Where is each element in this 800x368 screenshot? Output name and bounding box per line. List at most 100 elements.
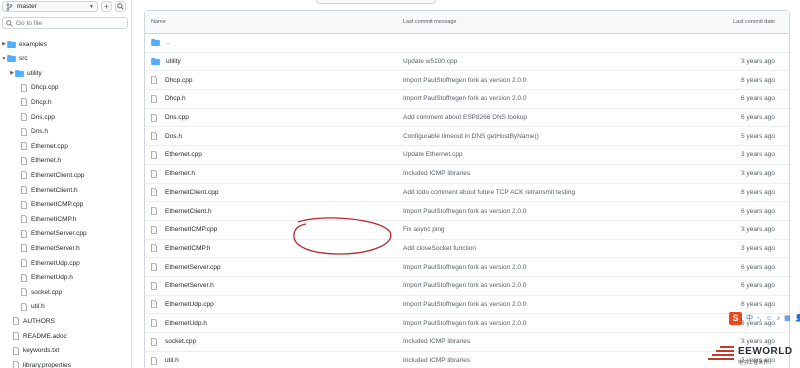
commit-message-link[interactable]: Import PaulStoffregen fork as version 2.…	[403, 264, 649, 271]
file-name-link[interactable]: utility	[166, 58, 181, 65]
branch-selector[interactable]: master ▼	[2, 1, 98, 12]
tree-folder-item[interactable]: ▶ utility	[9, 66, 131, 80]
tree-file-item[interactable]: EthernetICMP.h	[9, 212, 131, 226]
tree-folder-item[interactable]: ▼ src	[1, 52, 131, 66]
tree-file-item[interactable]: Dns.h	[9, 125, 131, 139]
go-to-file-box[interactable]	[2, 17, 128, 29]
commit-message-link[interactable]: Included ICMP libraries	[403, 170, 649, 177]
table-row[interactable]: Dns.cpp Add comment about ESP8266 DNS loo…	[145, 109, 789, 128]
commit-message-link[interactable]: Add todo comment about future TCP ACK re…	[403, 189, 649, 196]
tree-file-item[interactable]: Dhcp.h	[9, 95, 131, 109]
add-file-button[interactable]: +	[101, 1, 112, 12]
table-row[interactable]: socket.cpp Included ICMP libraries 3 years…	[145, 333, 789, 352]
parent-directory-link[interactable]: ..	[166, 39, 170, 46]
file-name-link[interactable]: Dns.h	[165, 133, 182, 140]
file-name-link[interactable]: EthernetICMP.h	[165, 245, 210, 252]
commit-date: 6 years ago	[741, 207, 775, 215]
table-row[interactable]: EthernetICMP.h Add closeSocket function 3 …	[145, 240, 789, 259]
commit-date: 6 years ago	[741, 263, 775, 271]
file-name-link[interactable]: EthernetUdp.cpp	[165, 301, 214, 308]
go-to-file-input[interactable]	[16, 19, 116, 27]
tree-file-item[interactable]: EthernetICMP.cpp	[9, 198, 131, 212]
commit-message-link[interactable]: Update Ethernet.cpp	[403, 151, 649, 158]
header-tab-edge	[316, 0, 436, 4]
commit-message-link[interactable]: Update w5100.cpp	[403, 58, 649, 65]
tree-file-item[interactable]: Dns.cpp	[9, 110, 131, 124]
input-method-toolbar[interactable]: S 中 ◦, ☺ ♪ ▦ 👤 ⊞	[729, 311, 800, 325]
tree-file-item[interactable]: EthernetServer.h	[9, 241, 131, 255]
table-row[interactable]: util.h Included ICMP libraries 3 years ago	[145, 352, 789, 368]
commit-message-link[interactable]: Included ICMP libraries	[403, 357, 649, 364]
table-row[interactable]: Ethernet.cpp Update Ethernet.cpp 3 years a…	[145, 146, 789, 165]
file-name-link[interactable]: EthernetServer.h	[165, 282, 214, 289]
commit-message-link[interactable]: Add comment about ESP8266 DNS lookup	[403, 114, 649, 121]
tree-file-item[interactable]: library.properties	[1, 358, 131, 368]
file-name-link[interactable]: Ethernet.h	[165, 170, 195, 177]
table-row[interactable]: EthernetServer.h Import PaulStoffregen fo…	[145, 277, 789, 296]
tree-file-item[interactable]: Ethernet.cpp	[9, 139, 131, 153]
tree-file-item[interactable]: util.h	[9, 300, 131, 314]
file-name-link[interactable]: Dhcp.cpp	[165, 77, 192, 84]
table-row[interactable]: EthernetUdp.cpp Import PaulStoffregen for…	[145, 296, 789, 315]
person-icon[interactable]: 👤	[795, 314, 800, 322]
tree-folder-item[interactable]: ▶ examples	[1, 37, 131, 51]
tree-file-item[interactable]: keywords.txt	[1, 344, 131, 358]
tree-item-label: EthernetICMP.cpp	[31, 201, 84, 209]
file-icon	[21, 259, 27, 267]
emoji-icon[interactable]: ☺	[765, 315, 772, 322]
table-row[interactable]: EthernetUdp.h Import PaulStoffregen fork …	[145, 314, 789, 333]
tree-file-item[interactable]: EthernetClient.cpp	[9, 168, 131, 182]
tree-file-item[interactable]: README.adoc	[1, 329, 131, 343]
file-name-link[interactable]: Ethernet.cpp	[165, 151, 202, 158]
table-row[interactable]: Ethernet.h Included ICMP libraries 3 years…	[145, 165, 789, 184]
keyboard-icon[interactable]: ▦	[784, 314, 791, 322]
table-header: Name Last commit message Last commit dat…	[145, 11, 789, 34]
parent-directory-row[interactable]: ..	[145, 34, 789, 53]
tree-file-item[interactable]: socket.cpp	[9, 285, 131, 299]
punctuation-icon[interactable]: ◦,	[757, 315, 761, 322]
file-icon	[151, 356, 157, 365]
file-icon	[151, 169, 157, 178]
file-icon	[151, 95, 157, 103]
commit-message-link[interactable]: Import PaulStoffregen fork as version 2.…	[403, 208, 649, 215]
commit-message-link[interactable]: Import PaulStoffregen fork as version 2.…	[403, 320, 649, 327]
file-name-link[interactable]: EthernetServer.cpp	[165, 264, 221, 271]
commit-message-link[interactable]: Fix async ping	[403, 226, 649, 233]
commit-message-link[interactable]: Add closeSocket function	[403, 245, 649, 252]
ime-logo-icon[interactable]: S	[729, 311, 742, 325]
table-row[interactable]: EthernetClient.cpp Add todo comment about…	[145, 184, 789, 203]
table-row[interactable]: utility Update w5100.cpp 3 years ago	[145, 53, 789, 72]
tree-file-item[interactable]: EthernetClient.h	[9, 183, 131, 197]
tree-file-item[interactable]: EthernetUdp.h	[9, 271, 131, 285]
table-row[interactable]: Dns.h Configurable timeout in DNS getHost…	[145, 127, 789, 147]
file-name-link[interactable]: EthernetICMP.cpp	[165, 226, 217, 233]
tree-file-item[interactable]: EthernetUdp.cpp	[9, 256, 131, 270]
commit-message-link[interactable]: Import PaulStoffregen fork as version 2.…	[403, 77, 649, 84]
chevron-down-icon: ▼	[89, 3, 94, 10]
file-name-link[interactable]: EthernetClient.h	[165, 208, 212, 215]
commit-message-link[interactable]: Import PaulStoffregen fork as version 2.…	[403, 301, 649, 308]
file-name-link[interactable]: util.h	[165, 357, 179, 364]
file-name-link[interactable]: Dhcp.h	[165, 95, 186, 102]
table-row[interactable]: Dhcp.cpp Import PaulStoffregen fork as ve…	[145, 71, 789, 91]
commit-message-link[interactable]: Import PaulStoffregen fork as version 2.…	[403, 282, 649, 289]
file-name-link[interactable]: socket.cpp	[165, 338, 196, 345]
file-name-link[interactable]: EthernetClient.cpp	[165, 189, 218, 196]
file-name-link[interactable]: Dns.cpp	[165, 114, 189, 121]
commit-message-link[interactable]: Configurable timeout in DNS getHostByNam…	[403, 133, 649, 140]
commit-message-link[interactable]: Included ICMP libraries	[403, 338, 649, 345]
chinese-mode-icon[interactable]: 中	[746, 313, 753, 323]
table-row[interactable]: Dhcp.h Import PaulStoffregen fork as vers…	[145, 90, 789, 109]
microphone-icon[interactable]: ♪	[777, 315, 781, 322]
table-row[interactable]: EthernetServer.cpp Import PaulStoffregen …	[145, 258, 789, 277]
search-button[interactable]	[115, 1, 126, 12]
tree-file-item[interactable]: EthernetServer.cpp	[9, 227, 131, 241]
tree-file-item[interactable]: Dhcp.cpp	[9, 81, 131, 95]
commit-message-link[interactable]: Import PaulStoffregen fork as version 2.…	[403, 95, 649, 102]
tree-file-item[interactable]: AUTHORS	[1, 314, 131, 328]
table-row[interactable]: EthernetICMP.cpp Fix async ping 3 years ag…	[145, 221, 789, 240]
file-name-link[interactable]: EthernetUdp.h	[165, 320, 207, 327]
file-table: Name Last commit message Last commit dat…	[144, 10, 790, 368]
table-row[interactable]: EthernetClient.h Import PaulStoffregen fo…	[145, 202, 789, 221]
tree-file-item[interactable]: Ethernet.h	[9, 154, 131, 168]
